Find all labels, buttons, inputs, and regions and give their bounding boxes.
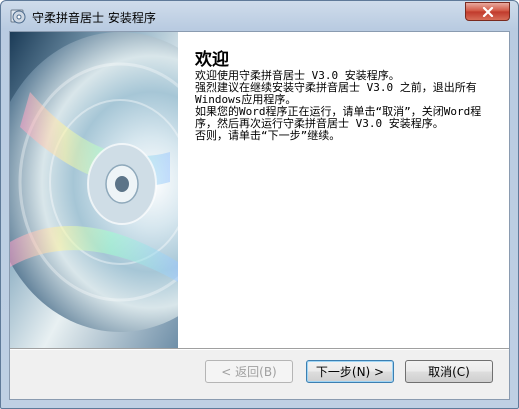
installer-window: 守柔拼音居士 安装程序 欢迎 欢迎使用守柔拼音居士 V3.0 安装程序。 强烈建… [0, 0, 519, 409]
close-button[interactable] [465, 2, 510, 21]
footer-divider [10, 348, 509, 350]
setup-disc-icon [10, 8, 26, 24]
welcome-paragraph: 否则，请单击“下一步”继续。 [195, 129, 341, 142]
window-title: 守柔拼音居士 安装程序 [32, 11, 156, 25]
title-bar[interactable]: 守柔拼音居士 安装程序 [1, 1, 518, 31]
welcome-paragraph: 强烈建议在继续安装守柔拼音居士 V3.0 之前，退出所有Windows应用程序。 [195, 81, 477, 106]
next-button[interactable]: 下一步(N) > [306, 360, 394, 383]
welcome-text: 欢迎使用守柔拼音居士 V3.0 安装程序。 强烈建议在继续安装守柔拼音居士 V3… [195, 70, 495, 142]
cd-disc-image [10, 32, 178, 348]
welcome-content: 欢迎 欢迎使用守柔拼音居士 V3.0 安装程序。 强烈建议在继续安装守柔拼音居士… [178, 32, 509, 348]
welcome-paragraph: 如果您的Word程序正在运行，请单击“取消”，关闭Word程序，然后再次运行守柔… [195, 105, 482, 130]
close-icon [482, 6, 493, 17]
back-button[interactable]: < 返回(B) [205, 360, 293, 383]
welcome-heading: 欢迎 [195, 50, 229, 70]
cancel-button[interactable]: 取消(C) [405, 360, 493, 383]
wizard-panel: 欢迎 欢迎使用守柔拼音居士 V3.0 安装程序。 强烈建议在继续安装守柔拼音居士… [9, 31, 510, 400]
